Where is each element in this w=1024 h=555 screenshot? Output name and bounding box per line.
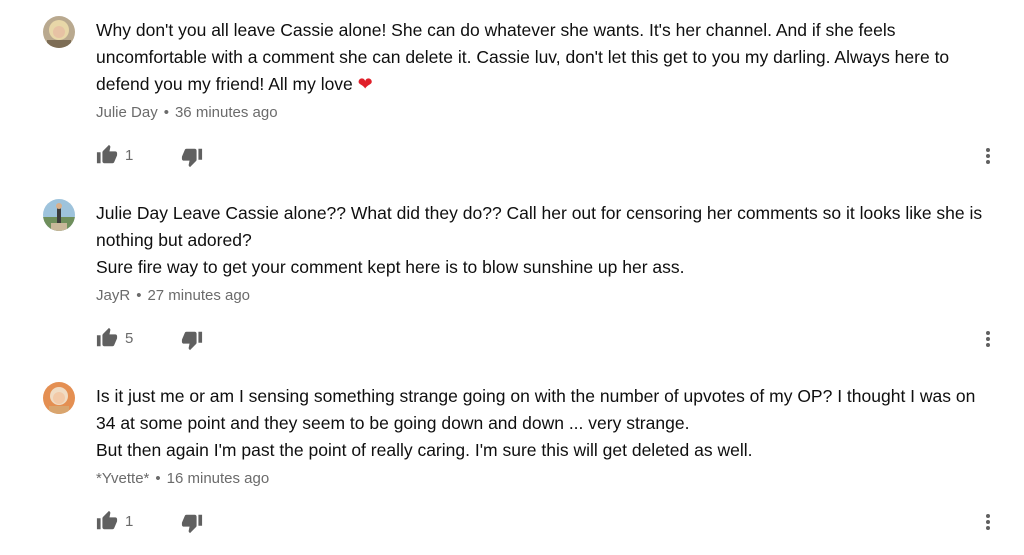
comment-meta: JayR • 27 minutes ago — [96, 286, 250, 306]
more-vertical-icon[interactable] — [980, 144, 996, 168]
avatar-photo-blonde-woman — [43, 16, 75, 48]
comment-timestamp[interactable]: 36 minutes ago — [175, 104, 278, 121]
comment-author[interactable]: JayR — [96, 287, 130, 304]
meta-separator: • — [136, 287, 142, 304]
avatar[interactable] — [43, 16, 75, 48]
comment-body: Why don't you all leave Cassie alone! Sh… — [96, 20, 950, 94]
comment-thread-item: Why don't you all leave Cassie alone! Sh… — [0, 0, 1024, 183]
meta-separator: • — [163, 104, 169, 121]
like-count: 5 — [125, 330, 134, 347]
comment-text: Julie Day Leave Cassie alone?? What did … — [96, 203, 983, 277]
like-count: 1 — [125, 513, 134, 530]
comment-thread-item: Is it just me or am I sensing something … — [0, 366, 1024, 555]
comment-meta: Julie Day • 36 minutes ago — [96, 103, 278, 123]
like-count: 1 — [125, 147, 134, 164]
comment-text: Is it just me or am I sensing something … — [96, 386, 976, 460]
thumbs-up-icon[interactable] — [96, 144, 118, 166]
avatar-photo-woman — [43, 382, 75, 414]
meta-separator: • — [155, 470, 161, 487]
more-vertical-icon[interactable] — [980, 510, 996, 534]
thumbs-up-icon[interactable] — [96, 327, 118, 349]
comment-author[interactable]: *Yvette* — [96, 470, 149, 487]
thumbs-down-icon[interactable] — [181, 512, 203, 534]
heart-emoji: ❤ — [357, 74, 373, 95]
comment-actions: 1 — [96, 144, 996, 168]
comment-meta: *Yvette* • 16 minutes ago — [96, 469, 269, 489]
avatar[interactable] — [43, 199, 75, 231]
comment-actions: 1 — [96, 510, 996, 534]
avatar-photo-landscape — [43, 199, 75, 231]
comment-timestamp[interactable]: 27 minutes ago — [147, 287, 250, 304]
more-vertical-icon[interactable] — [980, 327, 996, 351]
comment-text: Why don't you all leave Cassie alone! Sh… — [96, 17, 996, 98]
comment-author[interactable]: Julie Day — [96, 104, 158, 121]
avatar[interactable] — [43, 382, 75, 414]
comment-timestamp[interactable]: 16 minutes ago — [167, 470, 270, 487]
comment-thread-item: Julie Day Leave Cassie alone?? What did … — [0, 183, 1024, 366]
thumbs-down-icon[interactable] — [181, 146, 203, 168]
thumbs-down-icon[interactable] — [181, 329, 203, 351]
comment-actions: 5 — [96, 327, 996, 351]
thumbs-up-icon[interactable] — [96, 510, 118, 532]
